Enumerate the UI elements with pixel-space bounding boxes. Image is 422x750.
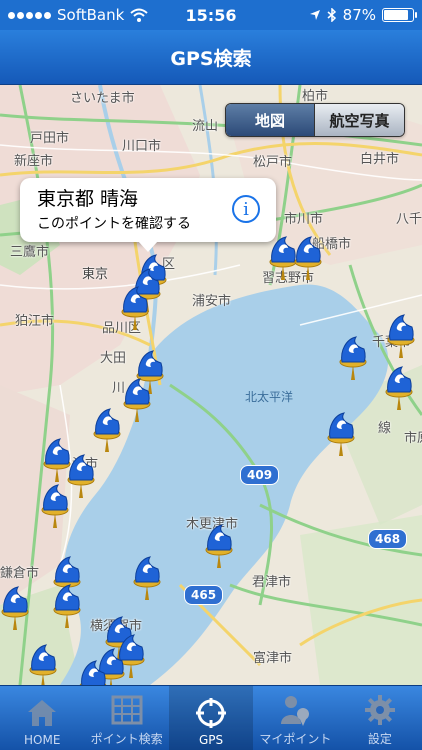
wifi-icon [130,8,148,22]
map-type-satellite-button[interactable]: 航空写真 [314,104,404,136]
wave-pin-icon[interactable] [92,407,122,453]
tab-my-point[interactable]: マイポイント [253,686,337,750]
gear-icon [364,695,395,725]
clock: 15:56 [185,5,237,25]
wave-pin-icon[interactable] [66,453,96,499]
tab-gps-label: GPS [198,733,224,747]
route-badge-409: 409 [240,465,280,485]
map-label-toda: 戸田市 [30,131,70,146]
page-title: GPS検索 [170,47,252,70]
wave-pin-icon[interactable] [122,377,152,423]
tab-point-search[interactable]: ポイント検索 [84,686,168,750]
map-type-map-button[interactable]: 地図 [226,104,314,136]
callout-title: 東京都 晴海 [37,188,139,210]
map-grid-icon [111,695,143,725]
map-type-segmented-control: 地図 航空写真 [225,103,405,137]
map-label-saitama: さいたま市 [70,91,135,106]
battery-percent: 87% [342,6,376,24]
tab-home-label: HOME [24,733,61,747]
callout-subtitle: このポイントを確認する [37,216,191,232]
person-pin-icon [281,696,310,726]
tab-settings[interactable]: 設定 [338,686,422,750]
map-label-kawaguchi: 川口市 [122,139,162,154]
crosshair-icon [196,698,227,728]
wave-pin-icon[interactable] [28,643,58,685]
map-label-ichihara: 市原 [404,431,422,446]
wave-pin-icon[interactable] [293,235,323,281]
wave-pin-icon[interactable] [384,365,414,411]
tab-point-search-label: ポイント検索 [90,732,163,746]
carrier-name: SoftBank [57,6,125,24]
map-label-kamakura: 鎌倉市 [0,566,40,581]
tab-my-point-label: マイポイント [259,732,332,746]
map-label-shiroi: 白井市 [360,152,400,167]
route-badge-468: 468 [368,529,408,549]
wave-pin-icon[interactable] [78,659,108,685]
wave-pin-icon[interactable] [52,583,82,629]
map-label-yachiyo: 八千 [396,212,422,227]
tab-settings-label: 設定 [367,732,392,746]
map-label-komae: 狛江市 [15,314,55,329]
pin-callout[interactable]: 東京都 晴海 このポイントを確認する i [20,178,276,252]
wave-pin-icon[interactable] [326,411,356,457]
status-bar: SoftBank 15:56 87% [0,0,422,30]
map-label-kashiwa: 柏市 [302,89,329,104]
wave-pin-icon[interactable] [338,335,368,381]
bluetooth-icon [327,8,336,22]
map-label-ota: 大田 [100,351,127,366]
map-label-sen: 線 [378,421,392,436]
wave-pin-icon[interactable] [0,585,30,631]
house-icon [28,700,57,726]
map-label-mitaka: 三鷹市 [10,245,50,260]
route-badge-465: 465 [184,585,224,605]
wave-pin-icon[interactable] [40,483,70,529]
tab-bar: HOME ポイント検索 GPS マイポイント 設定 [0,685,422,750]
signal-strength-icon [8,11,51,19]
wave-pin-icon[interactable] [204,523,234,569]
map-label-niiza: 新座市 [14,154,54,169]
wave-pin-icon[interactable] [120,285,150,331]
tab-home[interactable]: HOME [0,686,84,750]
battery-icon [382,8,417,22]
navigation-bar: GPS検索 [0,30,422,85]
map-label-matsudo: 松戸市 [253,155,293,170]
map-label-futtsu: 富津市 [253,651,293,666]
wave-pin-icon[interactable] [386,313,416,359]
map-label-kitataiheiyo: 北太平洋 [245,390,294,404]
map-label-ichikawa: 市川市 [284,212,324,227]
wave-pin-icon[interactable] [132,555,162,601]
info-icon[interactable]: i [232,195,260,223]
map-label-urayasu: 浦安市 [192,294,232,309]
map-label-nagareyama: 流山 [192,119,219,134]
map-label-kimitsu: 君津市 [252,575,292,590]
location-arrow-icon [309,10,320,20]
map-label-tokyo: 東京 [82,267,109,282]
tab-gps[interactable]: GPS [168,686,254,750]
map-view[interactable]: さいたま市 柏市 流山 戸田市 川口市 新座市 松戸市 白井市 市川市 八千 三… [0,85,422,685]
